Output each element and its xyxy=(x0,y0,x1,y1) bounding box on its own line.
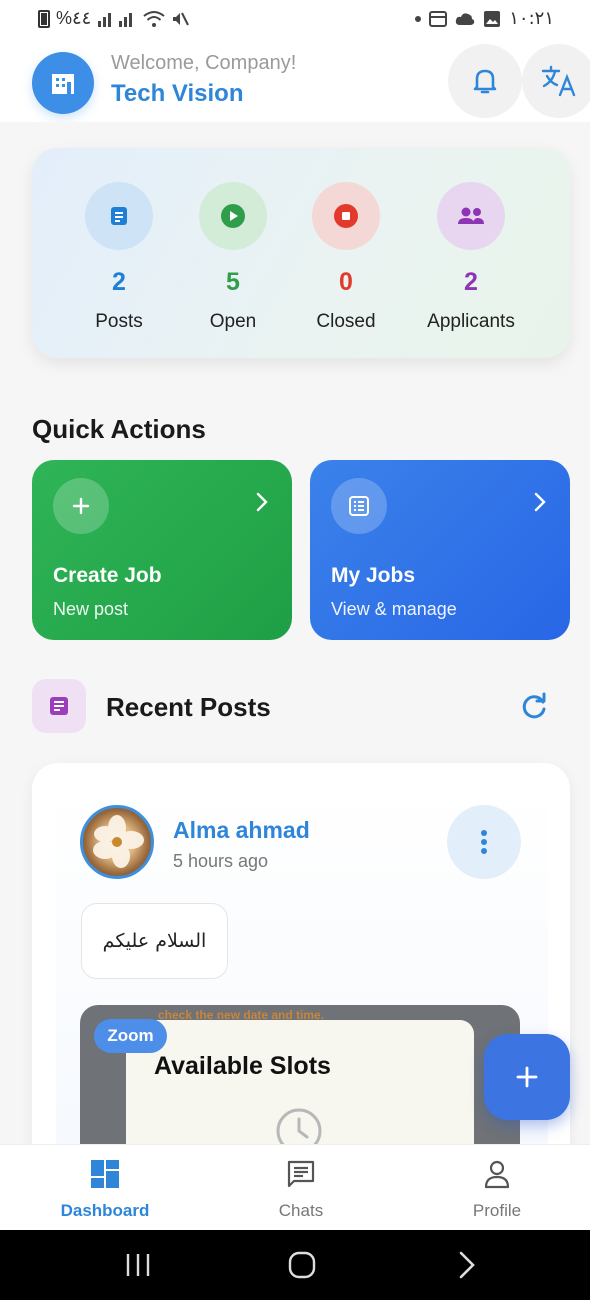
nav-label: Chats xyxy=(278,1201,324,1220)
image-icon xyxy=(484,10,501,27)
mute-icon xyxy=(173,12,190,25)
language-button[interactable] xyxy=(522,44,590,118)
wifi-icon xyxy=(143,10,165,27)
stat-posts-icon-bg xyxy=(85,182,153,250)
app-header: Welcome, Company! Tech Vision xyxy=(0,40,590,122)
bottom-navigation: Dashboard Chats Profile xyxy=(0,1144,590,1230)
stat-closed[interactable]: 0 Closed xyxy=(281,182,411,333)
clock-icon xyxy=(276,1108,322,1144)
stat-open[interactable]: 5 Open xyxy=(168,182,298,333)
nav-label: Dashboard xyxy=(60,1201,150,1220)
add-post-fab[interactable] xyxy=(484,1034,570,1120)
stat-closed-icon-bg xyxy=(312,182,380,250)
stat-applicants[interactable]: 2 Applicants xyxy=(406,182,536,333)
my-jobs-label: My Jobs xyxy=(331,564,416,587)
plus-icon xyxy=(516,1066,538,1088)
cloud-icon xyxy=(456,12,475,25)
dashboard-content[interactable]: 2 Posts 5 Open 0 Closed 2 Applicants Qui… xyxy=(0,122,590,1144)
create-job-card[interactable]: Create Job New post xyxy=(32,460,292,640)
battery-icon xyxy=(38,9,50,28)
stat-label: Posts xyxy=(95,311,143,332)
company-logo xyxy=(32,52,94,114)
status-left: %٤٤ xyxy=(38,8,190,29)
avatar[interactable] xyxy=(80,805,154,879)
list-icon xyxy=(349,496,369,516)
post-time: 5 hours ago xyxy=(173,851,269,871)
home-button[interactable] xyxy=(286,1248,318,1282)
stat-open-icon-bg xyxy=(199,182,267,250)
my-jobs-icon-bg xyxy=(331,478,387,534)
chevron-right-icon xyxy=(534,492,546,512)
post-message-text: السلام عليكم xyxy=(102,930,207,952)
back-button[interactable] xyxy=(456,1248,478,1282)
document-icon xyxy=(111,207,127,225)
refresh-icon[interactable] xyxy=(519,692,549,722)
plus-icon xyxy=(72,497,90,515)
recents-button[interactable] xyxy=(124,1248,152,1282)
stat-value: 2 xyxy=(112,268,126,296)
image-heading: Available Slots xyxy=(154,1052,331,1080)
notifications-button[interactable] xyxy=(448,44,522,118)
status-right: ١٠:٢١ xyxy=(415,8,554,29)
my-jobs-sub: View & manage xyxy=(331,599,457,619)
system-navigation-bar xyxy=(0,1230,590,1300)
post-item[interactable]: Alma ahmad 5 hours ago السلام عليكم chec… xyxy=(56,783,548,1144)
stat-label: Closed xyxy=(316,311,376,332)
zoom-badge: Zoom xyxy=(94,1019,167,1053)
stat-value: 2 xyxy=(464,268,478,296)
stat-value: 5 xyxy=(226,268,240,296)
nav-dashboard[interactable]: Dashboard xyxy=(35,1157,175,1221)
company-name: Tech Vision xyxy=(111,80,244,107)
create-job-icon-bg xyxy=(53,478,109,534)
nav-profile[interactable]: Profile xyxy=(427,1157,567,1221)
person-icon xyxy=(484,1160,510,1189)
status-bar: %٤٤ ١٠:٢١ xyxy=(0,0,590,40)
welcome-text: Welcome, Company! xyxy=(111,52,297,74)
calendar-icon xyxy=(429,10,448,27)
create-job-label: Create Job xyxy=(53,564,162,587)
create-job-sub: New post xyxy=(53,599,129,619)
stat-label: Applicants xyxy=(427,311,515,332)
flower-photo xyxy=(93,815,144,868)
dashboard-icon xyxy=(91,1160,119,1188)
post-author[interactable]: Alma ahmad xyxy=(173,817,310,844)
dot-icon xyxy=(415,15,422,22)
battery-percent: %٤٤ xyxy=(56,8,92,28)
recent-posts-icon-bg xyxy=(32,679,86,733)
signal-icon xyxy=(98,12,133,27)
stats-card: 2 Posts 5 Open 0 Closed 2 Applicants xyxy=(32,148,570,358)
quick-actions-title: Quick Actions xyxy=(32,414,206,444)
more-vert-icon xyxy=(481,830,487,854)
stop-circle-icon xyxy=(334,204,358,228)
article-icon xyxy=(50,697,68,715)
translate-icon xyxy=(541,65,576,97)
stat-applicants-icon-bg xyxy=(437,182,505,250)
play-circle-icon xyxy=(221,204,245,228)
recent-posts-title: Recent Posts xyxy=(106,692,271,722)
stat-value: 0 xyxy=(339,268,353,296)
chat-icon xyxy=(287,1160,315,1188)
people-icon xyxy=(458,207,484,224)
my-jobs-card[interactable]: My Jobs View & manage xyxy=(310,460,570,640)
bell-icon xyxy=(473,69,497,94)
chevron-right-icon xyxy=(256,492,268,512)
post-more-button[interactable] xyxy=(447,805,521,879)
nav-label: Profile xyxy=(472,1201,522,1220)
clock-text: ١٠:٢١ xyxy=(509,8,554,29)
stat-posts[interactable]: 2 Posts xyxy=(54,182,184,333)
image-panel: Available Slots xyxy=(126,1020,474,1144)
stat-label: Open xyxy=(209,311,257,332)
nav-chats[interactable]: Chats xyxy=(231,1157,371,1221)
building-icon xyxy=(52,74,74,94)
post-message: السلام عليكم xyxy=(81,903,228,979)
